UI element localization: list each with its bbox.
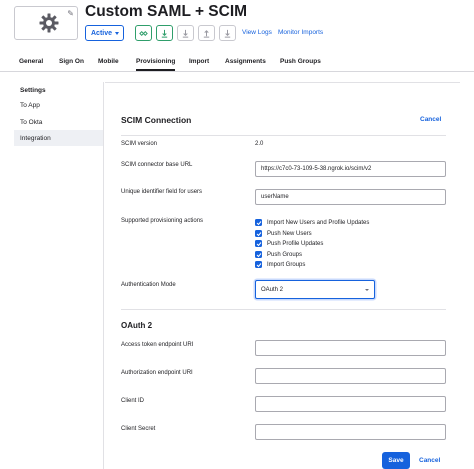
checkbox-label: Import Groups <box>267 261 306 268</box>
import-button[interactable] <box>177 25 194 41</box>
provisioning-actions-label: Supported provisioning actions <box>121 218 204 224</box>
view-logs-link[interactable]: View Logs <box>242 29 272 36</box>
tab-import[interactable]: Import <box>189 58 209 65</box>
export-button[interactable] <box>198 25 215 41</box>
deprovision-button[interactable] <box>219 25 236 41</box>
provision-button[interactable] <box>156 25 173 41</box>
auth-uri-input[interactable] <box>255 368 446 384</box>
export-icon <box>203 29 210 38</box>
app-logo: ✎ <box>14 6 78 40</box>
check-icon <box>256 252 261 257</box>
save-button[interactable]: Save <box>382 452 410 469</box>
sidebar-item-to-app[interactable]: To App <box>14 97 103 113</box>
checkbox[interactable] <box>255 240 262 247</box>
checkbox[interactable] <box>255 230 262 237</box>
monitor-imports-link[interactable]: Monitor Imports <box>278 29 323 36</box>
check-icon <box>256 231 261 236</box>
person-arrow-icon <box>161 29 168 38</box>
checkbox[interactable] <box>255 261 262 268</box>
checkbox-label: Push Groups <box>267 251 303 258</box>
integration-panel: SCIM Connection Cancel SCIM version 2.0 … <box>105 82 460 469</box>
action-push-new-users[interactable]: Push New Users <box>255 229 312 238</box>
token-uri-input[interactable] <box>255 340 446 356</box>
tab-assignments[interactable]: Assignments <box>225 58 266 65</box>
sidebar-heading: Settings <box>20 87 46 94</box>
token-uri-label: Access token endpoint URI <box>121 342 194 348</box>
check-icon <box>256 241 261 246</box>
cancel-link-top[interactable]: Cancel <box>420 116 441 123</box>
client-secret-input[interactable] <box>255 424 446 440</box>
checkbox-label: Push New Users <box>267 230 312 237</box>
unique-id-label: Unique identifier field for users <box>121 189 203 195</box>
checkbox[interactable] <box>255 251 262 258</box>
import-icon <box>182 29 189 38</box>
action-import-users[interactable]: Import New Users and Profile Updates <box>255 218 369 227</box>
gear-icon <box>39 13 59 33</box>
app-title: Custom SAML + SCIM <box>85 3 248 20</box>
check-icon <box>256 262 261 267</box>
person-remove-icon <box>224 29 231 38</box>
client-id-input[interactable] <box>255 396 446 412</box>
checkbox[interactable] <box>255 219 262 226</box>
push-button[interactable] <box>135 25 152 41</box>
tab-push-groups[interactable]: Push Groups <box>280 58 321 65</box>
tab-mobile[interactable]: Mobile <box>98 58 119 65</box>
base-url-input[interactable]: https://c7c0-73-109-5-38.ngrok.io/scim/v… <box>255 161 446 177</box>
chevron-down-icon <box>115 32 119 35</box>
checkbox-label: Import New Users and Profile Updates <box>267 219 370 226</box>
base-url-label: SCIM connector base URL <box>121 162 193 168</box>
oauth-title: OAuth 2 <box>121 321 153 330</box>
auth-mode-select[interactable]: OAuth 2 <box>255 280 375 299</box>
divider <box>121 135 446 136</box>
scim-version-value: 2.0 <box>255 141 264 147</box>
client-id-label: Client ID <box>121 398 145 404</box>
check-icon <box>256 220 261 225</box>
settings-sidebar: Settings To App To Okta Integration <box>14 82 104 469</box>
status-dropdown-button[interactable]: Active <box>85 25 124 41</box>
action-import-groups[interactable]: Import Groups <box>255 260 305 269</box>
auth-uri-label: Authorization endpoint URI <box>121 370 193 376</box>
client-secret-label: Client Secret <box>121 426 156 432</box>
unique-id-input[interactable]: userName <box>255 189 446 205</box>
handshake-icon <box>139 30 148 36</box>
tab-sign-on[interactable]: Sign On <box>59 58 84 65</box>
sidebar-item-to-okta[interactable]: To Okta <box>14 114 103 130</box>
sidebar-item-integration[interactable]: Integration <box>14 130 103 146</box>
status-label: Active <box>91 29 113 37</box>
tab-general[interactable]: General <box>19 58 43 65</box>
scim-connection-title: SCIM Connection <box>121 115 192 125</box>
checkbox-label: Push Profile Updates <box>267 240 324 247</box>
action-push-groups[interactable]: Push Groups <box>255 250 302 259</box>
chevron-down-icon <box>365 289 369 291</box>
edit-logo-icon[interactable]: ✎ <box>67 9 74 18</box>
tab-bar: General Sign On Mobile Provisioning Impo… <box>0 52 474 72</box>
tab-provisioning[interactable]: Provisioning <box>136 58 176 71</box>
divider <box>121 309 446 310</box>
cancel-button[interactable]: Cancel <box>419 457 440 464</box>
action-push-profile-updates[interactable]: Push Profile Updates <box>255 239 323 248</box>
auth-mode-value: OAuth 2 <box>261 286 284 293</box>
scim-version-label: SCIM version <box>121 141 158 147</box>
auth-mode-label: Authentication Mode <box>121 282 176 288</box>
